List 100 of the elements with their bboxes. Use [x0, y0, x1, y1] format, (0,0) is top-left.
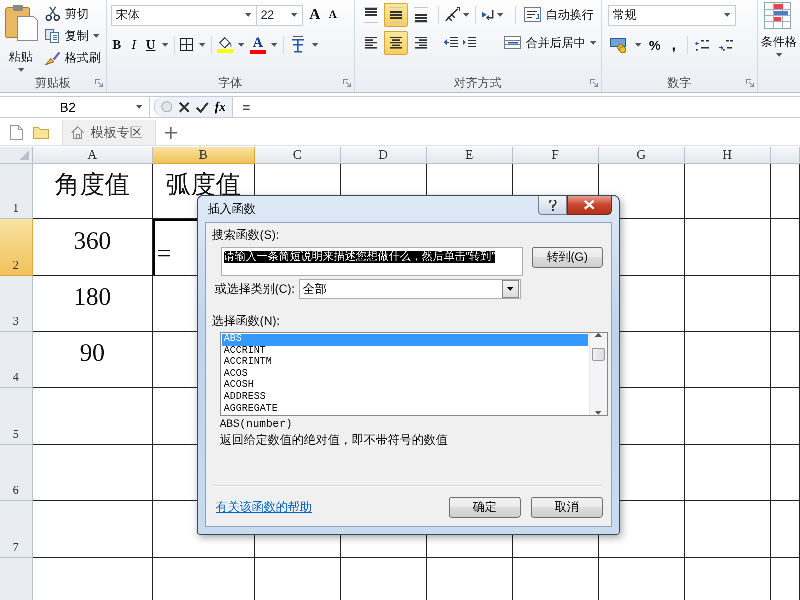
row-header[interactable]: 5: [0, 388, 33, 445]
caret-icon: [245, 13, 252, 17]
column-header[interactable]: H: [685, 147, 771, 164]
search-field[interactable]: 请输入一条简短说明来描述您想做什么，然后单击“转到”: [221, 247, 523, 276]
function-list-item[interactable]: ACOS: [222, 368, 588, 380]
column-header[interactable]: G: [599, 147, 685, 164]
align-bottom-icon: [413, 7, 429, 23]
caret-icon: [18, 68, 24, 72]
caret-icon: [776, 53, 782, 57]
dialog-launcher-icon[interactable]: [590, 79, 598, 87]
dialog-launcher-icon[interactable]: [343, 79, 351, 87]
align-middle-button[interactable]: [384, 3, 408, 27]
dialog-title: 插入函数: [208, 200, 256, 218]
number-format-dropdown[interactable]: 常规: [608, 4, 736, 26]
shrink-font-button[interactable]: A: [327, 6, 339, 24]
group-label: 对齐方式: [454, 74, 502, 92]
formula-field[interactable]: =: [232, 97, 800, 117]
align-top-icon: [363, 7, 379, 23]
font-size-dropdown[interactable]: 22: [257, 4, 303, 26]
scrollbar-thumb[interactable]: [592, 348, 605, 360]
decrease-decimal-icon[interactable]: [718, 38, 734, 52]
column-header[interactable]: E: [427, 147, 513, 164]
merge-center-button[interactable]: 合并后居中: [501, 32, 600, 54]
caret-icon: [590, 41, 597, 45]
close-button[interactable]: [567, 196, 612, 215]
column-header[interactable]: B: [153, 147, 255, 164]
cut-button[interactable]: 剪切: [42, 3, 104, 25]
phonetic-guide-icon[interactable]: [289, 36, 307, 54]
font-name-dropdown[interactable]: 宋体: [111, 4, 257, 26]
caret-icon: [93, 34, 100, 38]
font-color-button[interactable]: A: [252, 36, 264, 50]
category-label: 或选择类别(C):: [215, 280, 295, 298]
column-header[interactable]: A: [33, 147, 153, 164]
caret-icon: [724, 13, 731, 17]
bold-button[interactable]: B: [111, 36, 123, 54]
caret-icon: [238, 43, 245, 47]
home-icon: [71, 126, 85, 140]
category-dropdown[interactable]: 全部: [299, 279, 521, 299]
column-header[interactable]: C: [255, 147, 341, 164]
help-button[interactable]: [538, 196, 567, 215]
grow-font-button[interactable]: A: [309, 6, 321, 24]
table-cell: [771, 219, 800, 276]
clipboard-icon: [4, 3, 38, 43]
wrap-text-button[interactable]: 自动换行: [521, 4, 598, 26]
text-direction-icon[interactable]: [480, 8, 496, 22]
align-left-icon: [363, 35, 379, 51]
merge-cells-icon: [504, 35, 522, 51]
caret-icon[interactable]: [136, 105, 143, 109]
row-header[interactable]: 4: [0, 332, 33, 388]
align-center-button[interactable]: [384, 31, 408, 55]
row-header[interactable]: 3: [0, 276, 33, 332]
check-icon[interactable]: [196, 102, 209, 112]
percent-style-button[interactable]: %: [649, 36, 661, 54]
caret-icon: [199, 43, 206, 47]
comma-style-button[interactable]: ,: [668, 36, 680, 54]
caret-icon: [271, 43, 278, 47]
function-list-item[interactable]: ADDRESS: [222, 392, 588, 404]
function-list-item[interactable]: ACOSH: [222, 380, 588, 392]
painter-button[interactable]: 格式刷: [42, 47, 104, 69]
italic-button[interactable]: I: [128, 36, 140, 54]
align-right-icon: [413, 35, 429, 51]
help-link[interactable]: 有关该函数的帮助: [212, 499, 312, 516]
function-list-item[interactable]: AGGREGATE: [222, 404, 588, 416]
copy-button[interactable]: 复制: [42, 25, 104, 47]
paint-bucket-icon[interactable]: [217, 37, 233, 49]
paste-button[interactable]: 粘贴: [4, 3, 38, 74]
column-header[interactable]: F: [513, 147, 599, 164]
row-header[interactable]: 2: [0, 219, 33, 276]
name-box[interactable]: B2: [0, 97, 150, 117]
column-header[interactable]: D: [341, 147, 427, 164]
row-header[interactable]: 7: [0, 501, 33, 558]
fill-color-bar-icon: [217, 49, 233, 53]
new-document-icon[interactable]: [10, 124, 24, 140]
insert-function-button[interactable]: fx: [215, 99, 226, 115]
underline-button[interactable]: U: [145, 36, 157, 54]
ok-button[interactable]: 确定: [449, 497, 521, 518]
increase-decimal-icon[interactable]: [695, 38, 711, 52]
row-header[interactable]: 6: [0, 445, 33, 501]
caret-icon: [497, 13, 504, 17]
table-cell: [771, 276, 800, 332]
circle-handle-icon: [161, 101, 173, 113]
conditional-format-button[interactable]: 条件格: [761, 2, 797, 92]
row-header[interactable]: 1: [0, 164, 33, 219]
template-tab[interactable]: 模板专区: [62, 120, 156, 145]
currency-icon[interactable]: [610, 37, 628, 53]
dialog-launcher-icon[interactable]: [95, 79, 103, 87]
table-cell: [771, 332, 800, 388]
borders-icon[interactable]: [180, 38, 194, 52]
align-center-icon: [388, 35, 404, 51]
cancel-icon[interactable]: [179, 102, 190, 112]
dialog-launcher-icon[interactable]: [746, 79, 754, 87]
go-button[interactable]: 转到(G): [532, 247, 603, 268]
angled-text-icon[interactable]: [444, 7, 462, 23]
caret-icon: [635, 43, 642, 47]
function-list-item[interactable]: ACCRINTM: [222, 357, 588, 369]
new-tab-icon[interactable]: [164, 126, 178, 140]
function-list-item[interactable]: ACCRINT: [222, 346, 588, 358]
scrollbar[interactable]: [589, 333, 607, 415]
table-cell: [771, 501, 800, 558]
cancel-button[interactable]: 取消: [531, 497, 603, 518]
